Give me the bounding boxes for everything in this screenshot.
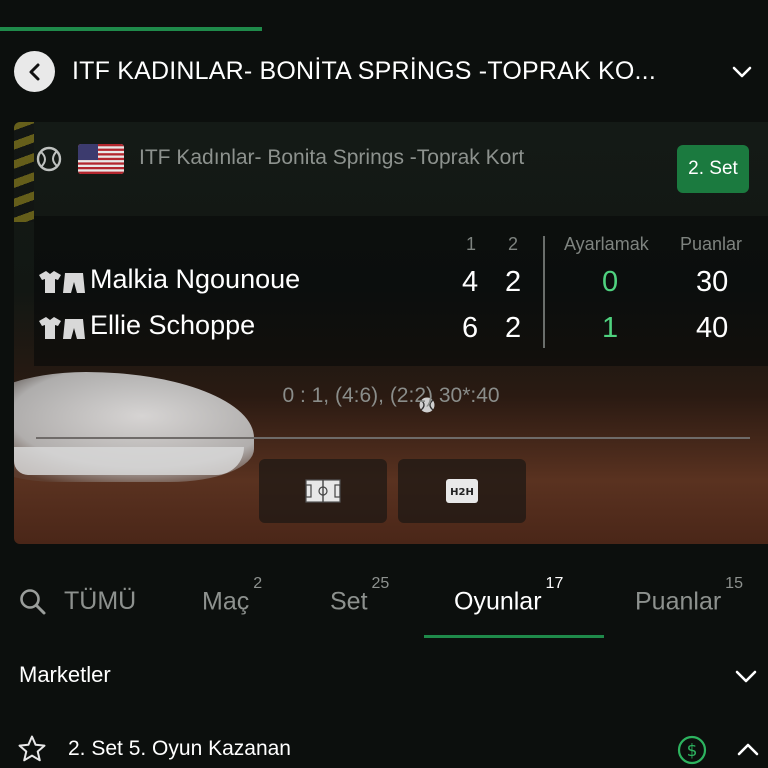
tab-points[interactable]: Puanlar15 bbox=[635, 575, 743, 616]
tab-set-count: 25 bbox=[371, 575, 390, 592]
player2-sets-won: 1 bbox=[602, 312, 619, 344]
dollar-icon[interactable]: $ bbox=[677, 735, 707, 765]
tab-all-label: TÜMÜ bbox=[64, 587, 137, 615]
h2h-icon: H2H bbox=[446, 479, 478, 503]
tab-points-label: Puanlar bbox=[635, 587, 722, 616]
page-title: ITF KADINLAR- BONİTA SPRİNGS -TOPRAK KO.… bbox=[72, 57, 656, 85]
top-tab-underline bbox=[0, 27, 262, 31]
player2-points: 40 bbox=[696, 312, 729, 344]
markets-label: Marketler bbox=[19, 662, 111, 687]
player1-sets-won: 0 bbox=[602, 266, 619, 298]
match-score-summary: 0 : 1, (4:6), (2:2) 30*:40 bbox=[282, 384, 500, 407]
tab-points-count: 15 bbox=[725, 575, 743, 592]
h2h-icon-label: H2H bbox=[450, 487, 474, 498]
competition-row: ITF Kadınlar- Bonita Springs -Toprak Kor… bbox=[14, 122, 768, 202]
h2h-button[interactable]: H2H bbox=[398, 459, 526, 523]
market-item-label: 2. Set 5. Oyun Kazanan bbox=[68, 737, 291, 760]
tennis-ball-icon bbox=[36, 146, 62, 172]
tab-set[interactable]: Set25 bbox=[330, 575, 389, 616]
tab-match[interactable]: Maç2 bbox=[202, 575, 262, 616]
markets-header[interactable]: Marketler bbox=[0, 648, 768, 704]
score-table: 1 2 Ayarlamak Puanlar Malkia Ngounoue 4 … bbox=[34, 216, 768, 413]
col-header-sets: Ayarlamak bbox=[564, 234, 649, 254]
court-view-button[interactable] bbox=[259, 459, 387, 523]
col-header-set2: 2 bbox=[508, 234, 519, 254]
back-button[interactable] bbox=[14, 51, 55, 92]
player-row-2: Ellie Schoppe bbox=[36, 308, 466, 348]
tab-all[interactable]: TÜMÜ bbox=[64, 587, 136, 616]
jersey-icon bbox=[39, 317, 85, 339]
market-tabs: TÜMÜ Maç2 Set25 Oyunlar17 Puanlar15 bbox=[0, 565, 768, 640]
player1-points: 30 bbox=[696, 266, 729, 298]
col-header-set1: 1 bbox=[466, 234, 477, 254]
player-name: Ellie Schoppe bbox=[90, 310, 256, 340]
player1-set2-score: 2 bbox=[505, 266, 522, 298]
tab-match-label: Maç bbox=[202, 587, 250, 616]
column-divider bbox=[543, 236, 545, 348]
col-header-points: Puanlar bbox=[680, 234, 743, 254]
jersey-icon bbox=[39, 271, 85, 293]
scoreboard-divider bbox=[36, 437, 750, 439]
player1-set1-score: 4 bbox=[462, 266, 479, 298]
market-item[interactable]: 2. Set 5. Oyun Kazanan $ bbox=[0, 722, 768, 768]
active-tab-underline bbox=[424, 635, 604, 638]
svg-text:$: $ bbox=[687, 741, 698, 761]
player-row-1: Malkia Ngounoue bbox=[36, 262, 466, 302]
court-icon bbox=[305, 479, 341, 503]
star-icon[interactable] bbox=[17, 734, 47, 764]
tab-set-label: Set bbox=[330, 587, 368, 616]
chevron-left-icon bbox=[29, 63, 39, 80]
background-shoe-sole bbox=[14, 447, 244, 475]
player2-set2-score: 2 bbox=[505, 312, 522, 344]
competition-name: ITF Kadınlar- Bonita Springs -Toprak Kor… bbox=[139, 146, 525, 169]
chevron-down-icon[interactable] bbox=[728, 58, 756, 86]
tab-match-count: 2 bbox=[253, 575, 263, 592]
tab-games-label: Oyunlar bbox=[454, 587, 542, 616]
player-name: Malkia Ngounoue bbox=[90, 264, 301, 294]
tab-games[interactable]: Oyunlar17 bbox=[454, 575, 563, 616]
event-header: ITF KADINLAR- BONİTA SPRİNGS -TOPRAK KO.… bbox=[0, 40, 768, 104]
current-set-badge: 2. Set bbox=[677, 145, 749, 193]
tab-games-count: 17 bbox=[545, 575, 564, 592]
search-icon[interactable] bbox=[18, 587, 48, 617]
chevron-up-icon[interactable] bbox=[734, 736, 762, 764]
player2-set1-score: 6 bbox=[462, 312, 479, 344]
top-tab-strip bbox=[0, 0, 768, 31]
us-flag-icon bbox=[78, 144, 124, 174]
scoreboard: ITF Kadınlar- Bonita Springs -Toprak Kor… bbox=[14, 122, 768, 544]
chevron-down-icon[interactable] bbox=[732, 662, 760, 690]
